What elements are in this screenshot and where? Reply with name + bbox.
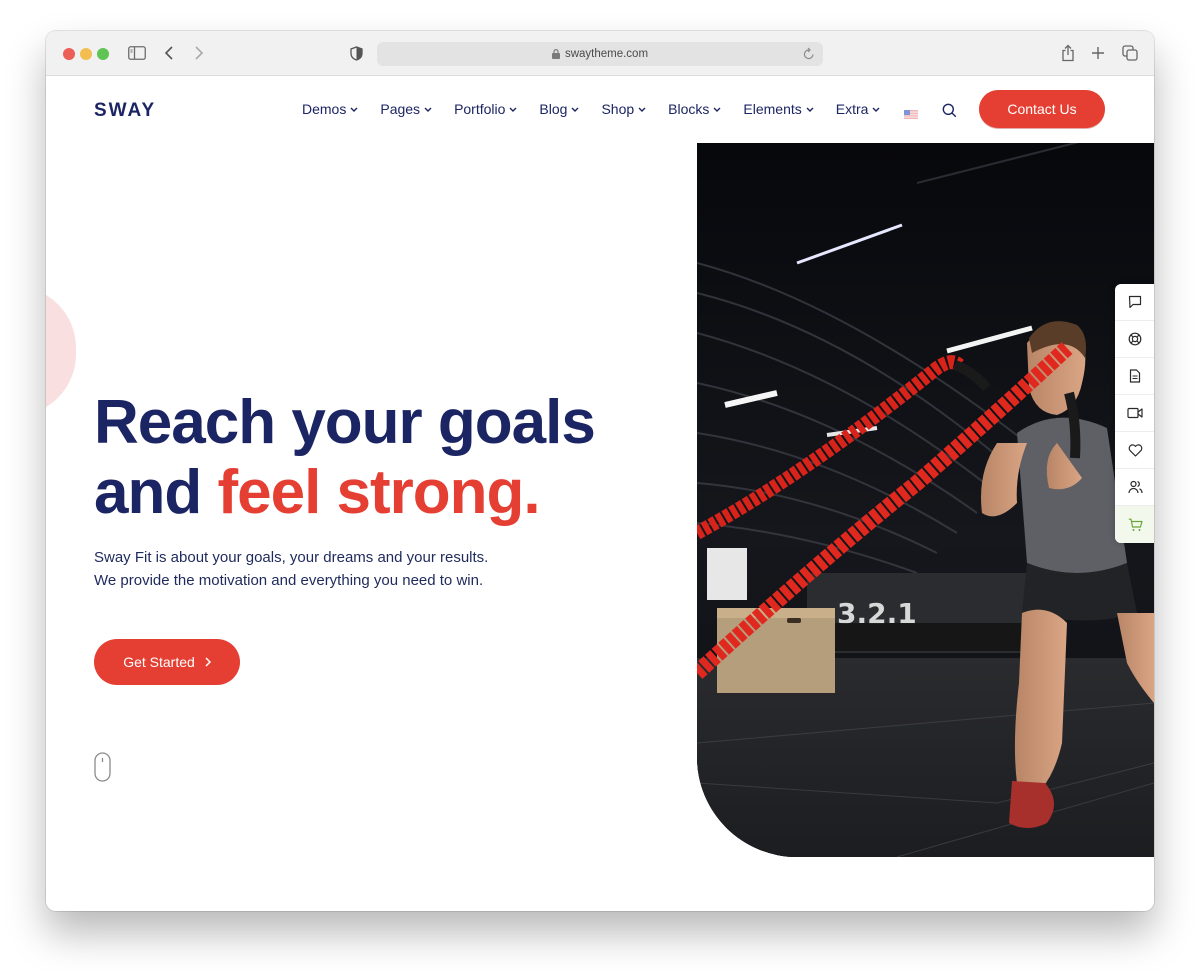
reload-icon[interactable]	[803, 47, 815, 60]
scroll-mouse-icon[interactable]	[94, 752, 111, 782]
video-icon[interactable]	[1115, 395, 1154, 432]
document-icon[interactable]	[1115, 358, 1154, 395]
subtext-line-2: We provide the motivation and everything…	[94, 572, 484, 589]
contact-us-button[interactable]: Contact Us	[979, 90, 1105, 128]
maximize-window-button[interactable]	[97, 48, 109, 60]
chevron-down-icon	[713, 107, 721, 112]
subtext-line-1: Sway Fit is about your goals, your dream…	[94, 549, 489, 566]
browser-titlebar: swaytheme.com	[46, 31, 1154, 76]
share-icon[interactable]	[1061, 43, 1075, 63]
chevron-down-icon	[509, 107, 517, 112]
chevron-right-icon	[205, 657, 211, 667]
chat-icon[interactable]	[1115, 284, 1154, 321]
side-toolbar	[1115, 284, 1154, 543]
close-window-button[interactable]	[63, 48, 75, 60]
hero-subtext: Sway Fit is about your goals, your dream…	[94, 546, 488, 592]
nav-item-portfolio[interactable]: Portfolio	[454, 101, 517, 117]
browser-window: swaytheme.com SWAY Demos Pages Portfolio…	[46, 31, 1154, 911]
nav-label: Blocks	[668, 101, 710, 117]
main-nav: Demos Pages Portfolio Blog Shop Blocks E…	[302, 101, 902, 117]
address-bar[interactable]: swaytheme.com	[377, 42, 823, 66]
nav-label: Blog	[539, 101, 568, 117]
sidebar-toggle-icon[interactable]	[128, 43, 146, 63]
nav-label: Extra	[835, 101, 869, 117]
minimize-window-button[interactable]	[80, 48, 92, 60]
lock-icon	[551, 49, 560, 59]
chevron-down-icon	[571, 107, 579, 112]
get-started-button[interactable]: Get Started	[94, 639, 240, 685]
chevron-down-icon	[638, 107, 646, 112]
hero-image: 3.2.1	[697, 143, 1154, 857]
nav-item-blocks[interactable]: Blocks	[668, 101, 721, 117]
chevron-down-icon	[872, 107, 880, 112]
search-icon[interactable]	[940, 101, 958, 119]
decorative-circle	[46, 286, 76, 416]
heart-icon[interactable]	[1115, 432, 1154, 469]
nav-label: Portfolio	[454, 101, 506, 117]
nav-item-demos[interactable]: Demos	[302, 101, 358, 117]
users-icon[interactable]	[1115, 469, 1154, 506]
cart-icon[interactable]	[1115, 506, 1154, 543]
headline-accent: feel strong.	[217, 458, 540, 527]
nav-label: Elements	[743, 101, 802, 117]
nav-label: Pages	[380, 101, 421, 117]
headline-line-2-start: and	[94, 458, 218, 527]
site-logo[interactable]: SWAY	[94, 100, 156, 122]
tab-overview-icon[interactable]	[1122, 43, 1138, 63]
nav-label: Shop	[601, 101, 635, 117]
url-text: swaytheme.com	[564, 48, 649, 60]
chevron-down-icon	[806, 107, 814, 112]
nav-item-blog[interactable]: Blog	[539, 101, 579, 117]
web-page: SWAY Demos Pages Portfolio Blog Shop Blo…	[46, 76, 1154, 911]
new-tab-icon[interactable]	[1091, 43, 1105, 63]
support-lifebuoy-icon[interactable]	[1115, 321, 1154, 358]
us-flag-icon[interactable]	[904, 106, 918, 119]
back-icon[interactable]	[164, 43, 174, 63]
chevron-down-icon	[424, 107, 432, 112]
nav-item-elements[interactable]: Elements	[743, 101, 814, 117]
get-started-label: Get Started	[123, 654, 195, 670]
nav-item-shop[interactable]: Shop	[601, 101, 646, 117]
forward-icon[interactable]	[194, 43, 204, 63]
nav-label: Demos	[302, 101, 347, 117]
headline-line-1: Reach your goals	[94, 388, 596, 457]
nav-item-extra[interactable]: Extra	[836, 101, 881, 117]
gym-photo-illustration: 3.2.1	[697, 143, 1154, 857]
nav-item-pages[interactable]: Pages	[380, 101, 432, 117]
chevron-down-icon	[350, 107, 358, 112]
hero-headline: Reach your goals and feel strong.	[94, 388, 596, 528]
privacy-shield-icon[interactable]	[350, 43, 363, 63]
